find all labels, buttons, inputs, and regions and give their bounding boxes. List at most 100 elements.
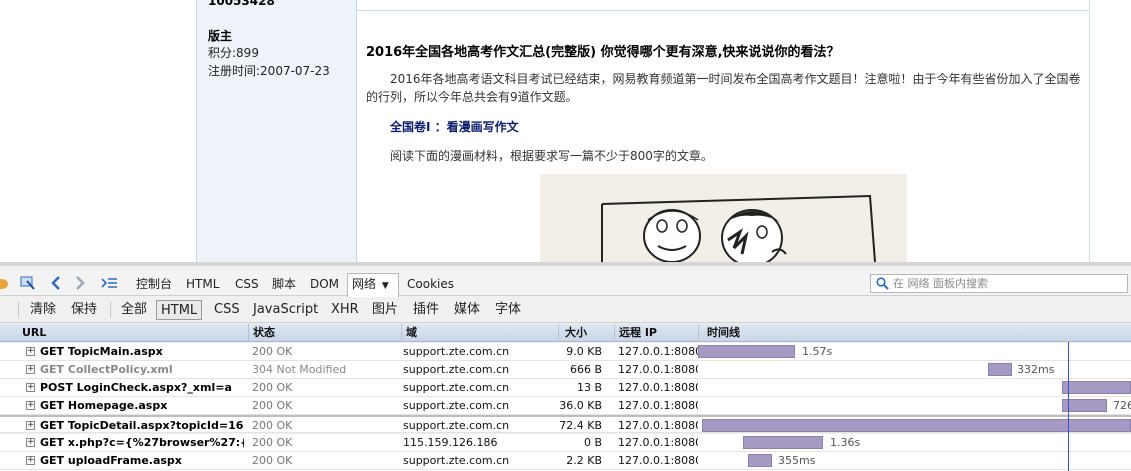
request-status: 200 OK bbox=[252, 345, 293, 358]
table-row[interactable]: + GET Homepage.aspx 200 OK support.zte.co… bbox=[0, 397, 1131, 415]
back-icon[interactable] bbox=[48, 275, 64, 291]
post-title: 2016年全国各地高考作文汇总(完整版) 你觉得哪个更有深意,快来说说你的看法？ bbox=[366, 45, 840, 60]
separator bbox=[18, 302, 19, 318]
command-line-icon[interactable] bbox=[100, 275, 117, 291]
filter-images[interactable]: 图片 bbox=[368, 300, 402, 320]
request-ip: 127.0.0.1:8080 bbox=[618, 363, 698, 376]
request-domain: support.zte.com.cn bbox=[403, 345, 510, 358]
request-url[interactable]: + GET TopicDetail.aspx?topicId=161 bbox=[26, 417, 244, 435]
tab-cookies[interactable]: Cookies bbox=[403, 274, 458, 294]
request-url[interactable]: + POST LoginCheck.aspx?_xml=a bbox=[26, 379, 244, 397]
tab-css[interactable]: CSS bbox=[231, 274, 263, 294]
request-url[interactable]: + GET Homepage.aspx bbox=[26, 397, 244, 415]
request-size: 9.0 KB bbox=[566, 345, 602, 358]
cartoon-image bbox=[540, 174, 907, 262]
author-registered: 注册时间:2007-07-23 bbox=[208, 64, 330, 78]
timeline-bar bbox=[743, 436, 823, 449]
tab-network[interactable]: 网络 ▼ bbox=[347, 273, 399, 297]
persist-button[interactable]: 保持 bbox=[67, 300, 101, 320]
filter-css[interactable]: CSS bbox=[210, 300, 244, 320]
column-domain[interactable]: 域 bbox=[401, 324, 558, 342]
column-status[interactable]: 状态 bbox=[248, 324, 401, 342]
tab-script[interactable]: 脚本 bbox=[268, 274, 300, 294]
request-domain: support.zte.com.cn bbox=[403, 399, 510, 412]
expand-icon[interactable]: + bbox=[26, 421, 35, 430]
filter-media[interactable]: 媒体 bbox=[450, 300, 484, 320]
clear-button[interactable]: 清除 bbox=[26, 300, 60, 320]
request-status: 200 OK bbox=[252, 399, 293, 412]
devtools-toolbar: 控制台 HTML CSS 脚本 DOM 网络 ▼ Cookies 在 网络 面板… bbox=[0, 270, 1131, 297]
column-size[interactable]: 大小 bbox=[558, 324, 614, 342]
filter-all[interactable]: 全部 bbox=[117, 300, 151, 320]
request-timing: 1.57s bbox=[802, 345, 833, 358]
request-domain: support.zte.com.cn bbox=[403, 363, 510, 376]
filter-javascript[interactable]: JavaScript bbox=[249, 300, 322, 320]
table-row[interactable]: + POST LoginCheck.aspx?_xml=a 200 OK supp… bbox=[0, 379, 1131, 397]
instruction-text: 阅读下面的漫画材料，根据要求写一篇不少于800字的文章。 bbox=[390, 149, 713, 163]
inspect-icon[interactable] bbox=[20, 275, 36, 291]
network-table-header: URL 状态 域 大小 远程 IP 时间线 bbox=[0, 324, 1131, 342]
table-row[interactable]: + GET uploadFrame.aspx 200 OK support.zte… bbox=[0, 452, 1131, 470]
pause-icon[interactable] bbox=[0, 302, 10, 318]
request-status: 200 OK bbox=[252, 419, 293, 432]
section-title[interactable]: 全国卷Ⅰ ：看漫画写作文 bbox=[390, 118, 519, 135]
filter-fonts[interactable]: 字体 bbox=[491, 300, 525, 320]
request-ip: 127.0.0.1:8080 bbox=[618, 399, 698, 412]
devtools-panel: 控制台 HTML CSS 脚本 DOM 网络 ▼ Cookies 在 网络 面板… bbox=[0, 262, 1131, 471]
network-search-input[interactable]: 在 网络 面板内搜索 bbox=[870, 274, 1128, 293]
request-domain: support.zte.com.cn bbox=[403, 419, 510, 432]
request-size: 72.4 KB bbox=[559, 419, 602, 432]
author-uid: 10053428 bbox=[208, 0, 275, 8]
request-timing: 332ms bbox=[1017, 363, 1055, 376]
request-status: 200 OK bbox=[252, 436, 293, 449]
request-timing: 1.36s bbox=[830, 436, 861, 449]
post-content: 2016年全国各地高考作文汇总(完整版) 你觉得哪个更有深意,快来说说你的看法？… bbox=[357, 0, 1090, 262]
table-row[interactable]: + GET x.php?c={%27browser%27:{ 200 OK 115… bbox=[0, 434, 1131, 452]
tab-dom[interactable]: DOM bbox=[306, 274, 343, 294]
request-url[interactable]: + GET x.php?c={%27browser%27:{ bbox=[26, 434, 244, 452]
firebug-icon[interactable] bbox=[0, 275, 12, 291]
search-placeholder: 在 网络 面板内搜索 bbox=[893, 277, 988, 290]
column-remote-ip[interactable]: 远程 IP bbox=[614, 324, 698, 342]
timeline-load-marker bbox=[1068, 342, 1069, 471]
post-paragraph: 2016年各地高考语文科目考试已经结束，网易教育频道第一时间发布全国高考作文题目… bbox=[366, 72, 1081, 104]
forum-page: 10053428 版主 积分:899 注册时间:2007-07-23 2016年… bbox=[0, 0, 1131, 262]
filter-plugins[interactable]: 插件 bbox=[409, 300, 443, 320]
filter-html[interactable]: HTML bbox=[156, 300, 203, 320]
tab-network-label: 网络 bbox=[352, 277, 377, 291]
tab-html[interactable]: HTML bbox=[182, 274, 223, 294]
column-url[interactable]: URL bbox=[8, 324, 248, 342]
forward-icon[interactable] bbox=[72, 275, 88, 291]
search-icon bbox=[876, 277, 889, 295]
timeline-bar bbox=[988, 363, 1012, 376]
request-ip: 127.0.0.1:8080 bbox=[618, 381, 698, 394]
expand-icon[interactable]: + bbox=[26, 365, 35, 374]
expand-icon[interactable]: + bbox=[26, 438, 35, 447]
request-size: 0 B bbox=[583, 436, 602, 449]
expand-icon[interactable]: + bbox=[26, 401, 35, 410]
request-url[interactable]: + GET TopicMain.aspx bbox=[26, 343, 244, 361]
table-row[interactable]: + GET CollectPolicy.xml 304 Not Modified … bbox=[0, 361, 1131, 379]
expand-icon[interactable]: + bbox=[26, 456, 35, 465]
expand-icon[interactable]: + bbox=[26, 383, 35, 392]
post-author-panel: 10053428 版主 积分:899 注册时间:2007-07-23 bbox=[196, 0, 357, 262]
request-size: 2.2 KB bbox=[566, 454, 602, 467]
request-ip: 127.0.0.1:8080 bbox=[618, 454, 698, 467]
separator bbox=[110, 302, 111, 318]
network-filter-bar: 清除 保持 全部 HTML CSS JavaScript XHR 图片 插件 媒… bbox=[0, 297, 1131, 323]
request-timing: 726 bbox=[1113, 399, 1131, 412]
request-status: 200 OK bbox=[252, 381, 293, 394]
column-timeline[interactable]: 时间线 bbox=[698, 324, 1131, 342]
table-row[interactable]: + GET TopicMain.aspx 200 OK support.zte.c… bbox=[0, 343, 1131, 361]
filter-xhr[interactable]: XHR bbox=[327, 300, 363, 320]
expand-icon[interactable]: + bbox=[26, 347, 35, 356]
author-points: 积分:899 bbox=[208, 46, 259, 60]
request-url[interactable]: + GET CollectPolicy.xml bbox=[26, 361, 244, 379]
timeline-bar bbox=[1062, 381, 1131, 394]
request-timing: 355ms bbox=[778, 454, 816, 467]
request-url[interactable]: + GET uploadFrame.aspx bbox=[26, 452, 244, 470]
table-row[interactable]: + GET TopicDetail.aspx?topicId=161 200 OK… bbox=[0, 415, 1131, 433]
request-domain: support.zte.com.cn bbox=[403, 381, 510, 394]
tab-console[interactable]: 控制台 bbox=[132, 274, 176, 294]
page-left-gutter bbox=[0, 0, 196, 262]
